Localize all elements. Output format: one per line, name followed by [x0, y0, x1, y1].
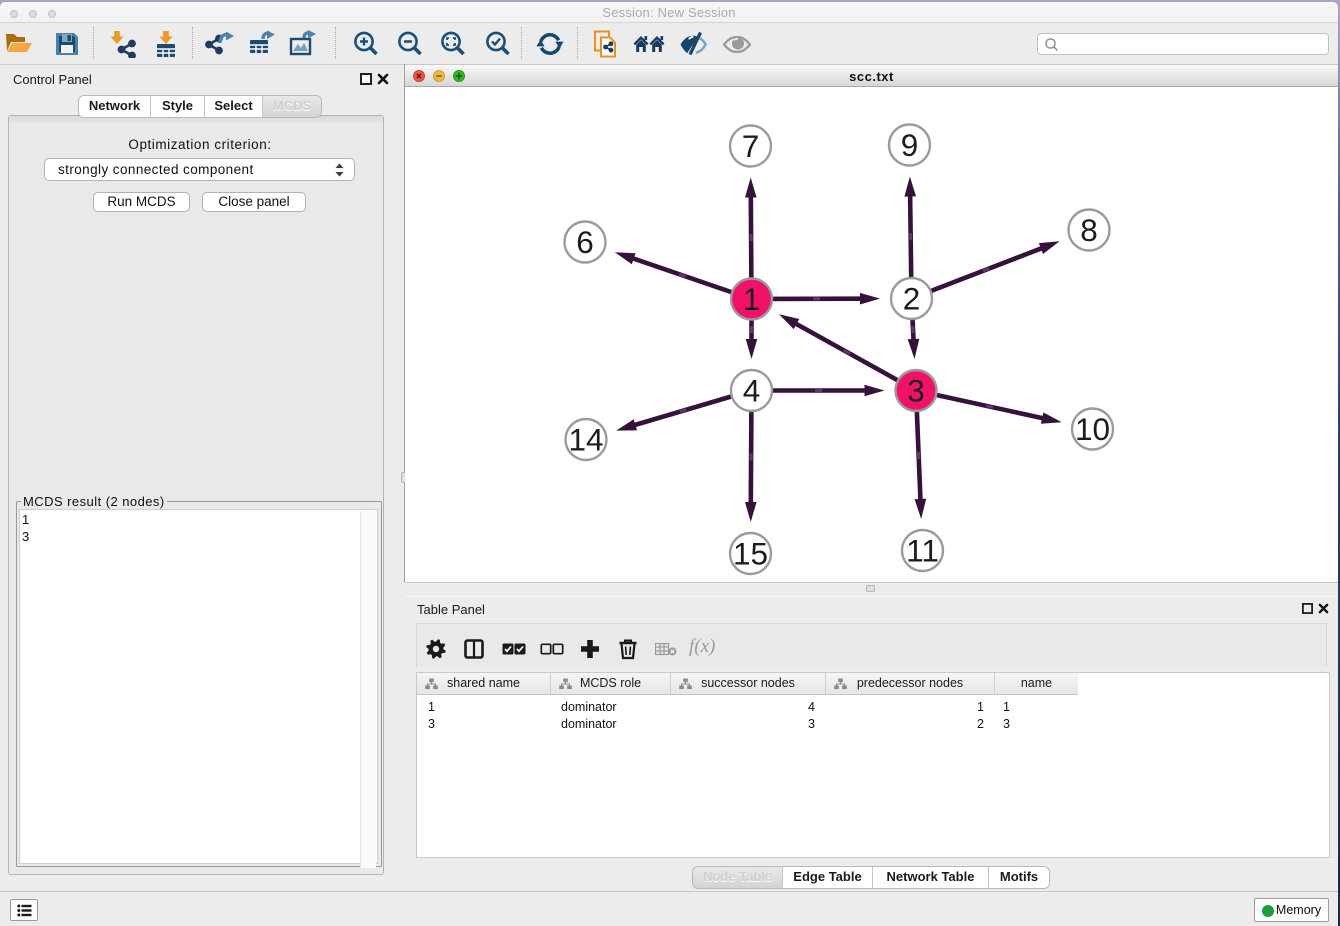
svg-text:2: 2	[903, 281, 921, 317]
svg-text:7: 7	[742, 128, 760, 164]
svg-text:14: 14	[568, 422, 603, 458]
svg-text:1: 1	[743, 281, 761, 317]
svg-text:4: 4	[743, 373, 761, 409]
svg-text:9: 9	[901, 127, 919, 163]
svg-text:3: 3	[907, 373, 925, 409]
svg-text:15: 15	[733, 536, 768, 572]
svg-text:11: 11	[906, 533, 939, 569]
svg-text:8: 8	[1080, 212, 1098, 248]
svg-text:10: 10	[1075, 411, 1110, 447]
svg-text:6: 6	[576, 224, 594, 260]
